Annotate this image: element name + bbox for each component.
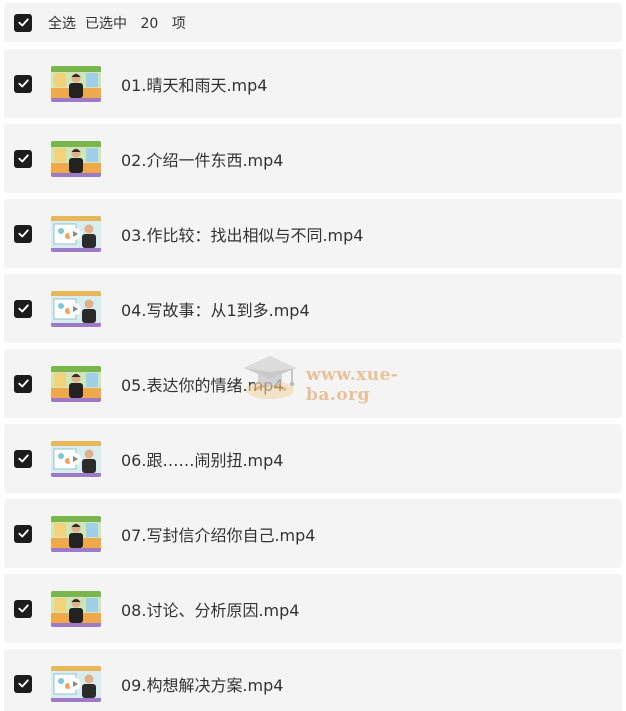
selected-count: 20 (140, 15, 159, 32)
video-thumbnail[interactable] (51, 65, 101, 102)
select-all-label[interactable]: 全选 (48, 16, 76, 32)
file-name[interactable]: 03.作比较：找出相似与不同.mp4 (121, 222, 363, 246)
file-checkbox[interactable] (14, 224, 32, 243)
check-icon (17, 604, 29, 613)
file-row[interactable]: 04.写故事：从1到多.mp4 (4, 274, 622, 343)
file-checkbox[interactable] (14, 299, 32, 318)
video-thumbnail[interactable] (51, 140, 101, 177)
file-row[interactable]: 09.构想解决方案.mp4 (4, 649, 622, 711)
video-thumbnail[interactable] (51, 665, 101, 702)
file-checkbox[interactable] (14, 599, 32, 618)
check-icon (17, 229, 29, 238)
video-thumbnail[interactable] (51, 515, 101, 552)
check-icon (17, 154, 29, 163)
check-icon (17, 379, 29, 388)
file-name[interactable]: 04.写故事：从1到多.mp4 (121, 297, 310, 321)
video-thumbnail[interactable] (51, 215, 101, 252)
file-checkbox[interactable] (14, 74, 32, 93)
video-thumbnail[interactable] (51, 590, 101, 627)
check-icon (17, 679, 29, 688)
file-row[interactable]: 07.写封信介绍你自己.mp4 (4, 499, 622, 568)
file-name[interactable]: 01.晴天和雨天.mp4 (121, 72, 267, 96)
check-icon (17, 454, 29, 463)
file-row[interactable]: 03.作比较：找出相似与不同.mp4 (4, 199, 622, 268)
file-checkbox[interactable] (14, 524, 32, 543)
selected-prefix: 已选中 (85, 15, 127, 32)
file-row[interactable]: 02.介绍一件东西.mp4 (4, 124, 622, 193)
file-name[interactable]: 07.写封信介绍你自己.mp4 (121, 522, 315, 546)
file-list-page: 全选 已选中 20 项 01.晴天和雨天.mp4 02.介绍一件东西.mp4 03.作… (0, 0, 626, 711)
check-icon (17, 529, 29, 538)
selection-summary: 全选 已选中 20 项 (48, 13, 195, 33)
check-icon (17, 18, 29, 27)
file-name[interactable]: 09.构想解决方案.mp4 (121, 672, 283, 696)
file-row[interactable]: 06.跟……闹别扭.mp4 (4, 424, 622, 493)
video-thumbnail[interactable] (51, 440, 101, 477)
file-name[interactable]: 06.跟……闹别扭.mp4 (121, 447, 283, 471)
selected-suffix: 项 (171, 15, 186, 32)
video-thumbnail[interactable] (51, 290, 101, 327)
check-icon (17, 79, 29, 88)
file-row[interactable]: 01.晴天和雨天.mp4 (4, 49, 622, 118)
file-checkbox[interactable] (14, 149, 32, 168)
file-row[interactable]: 05.表达你的情绪.mp4 (4, 349, 622, 418)
file-name[interactable]: 05.表达你的情绪.mp4 (121, 372, 283, 396)
select-all-checkbox[interactable] (14, 13, 32, 32)
file-name[interactable]: 02.介绍一件东西.mp4 (121, 147, 283, 171)
video-thumbnail[interactable] (51, 365, 101, 402)
select-all-bar: 全选 已选中 20 项 (4, 3, 622, 42)
check-icon (17, 304, 29, 313)
file-checkbox[interactable] (14, 449, 32, 468)
file-checkbox[interactable] (14, 674, 32, 693)
file-name[interactable]: 08.讨论、分析原因.mp4 (121, 597, 299, 621)
file-checkbox[interactable] (14, 374, 32, 393)
file-row[interactable]: 08.讨论、分析原因.mp4 (4, 574, 622, 643)
